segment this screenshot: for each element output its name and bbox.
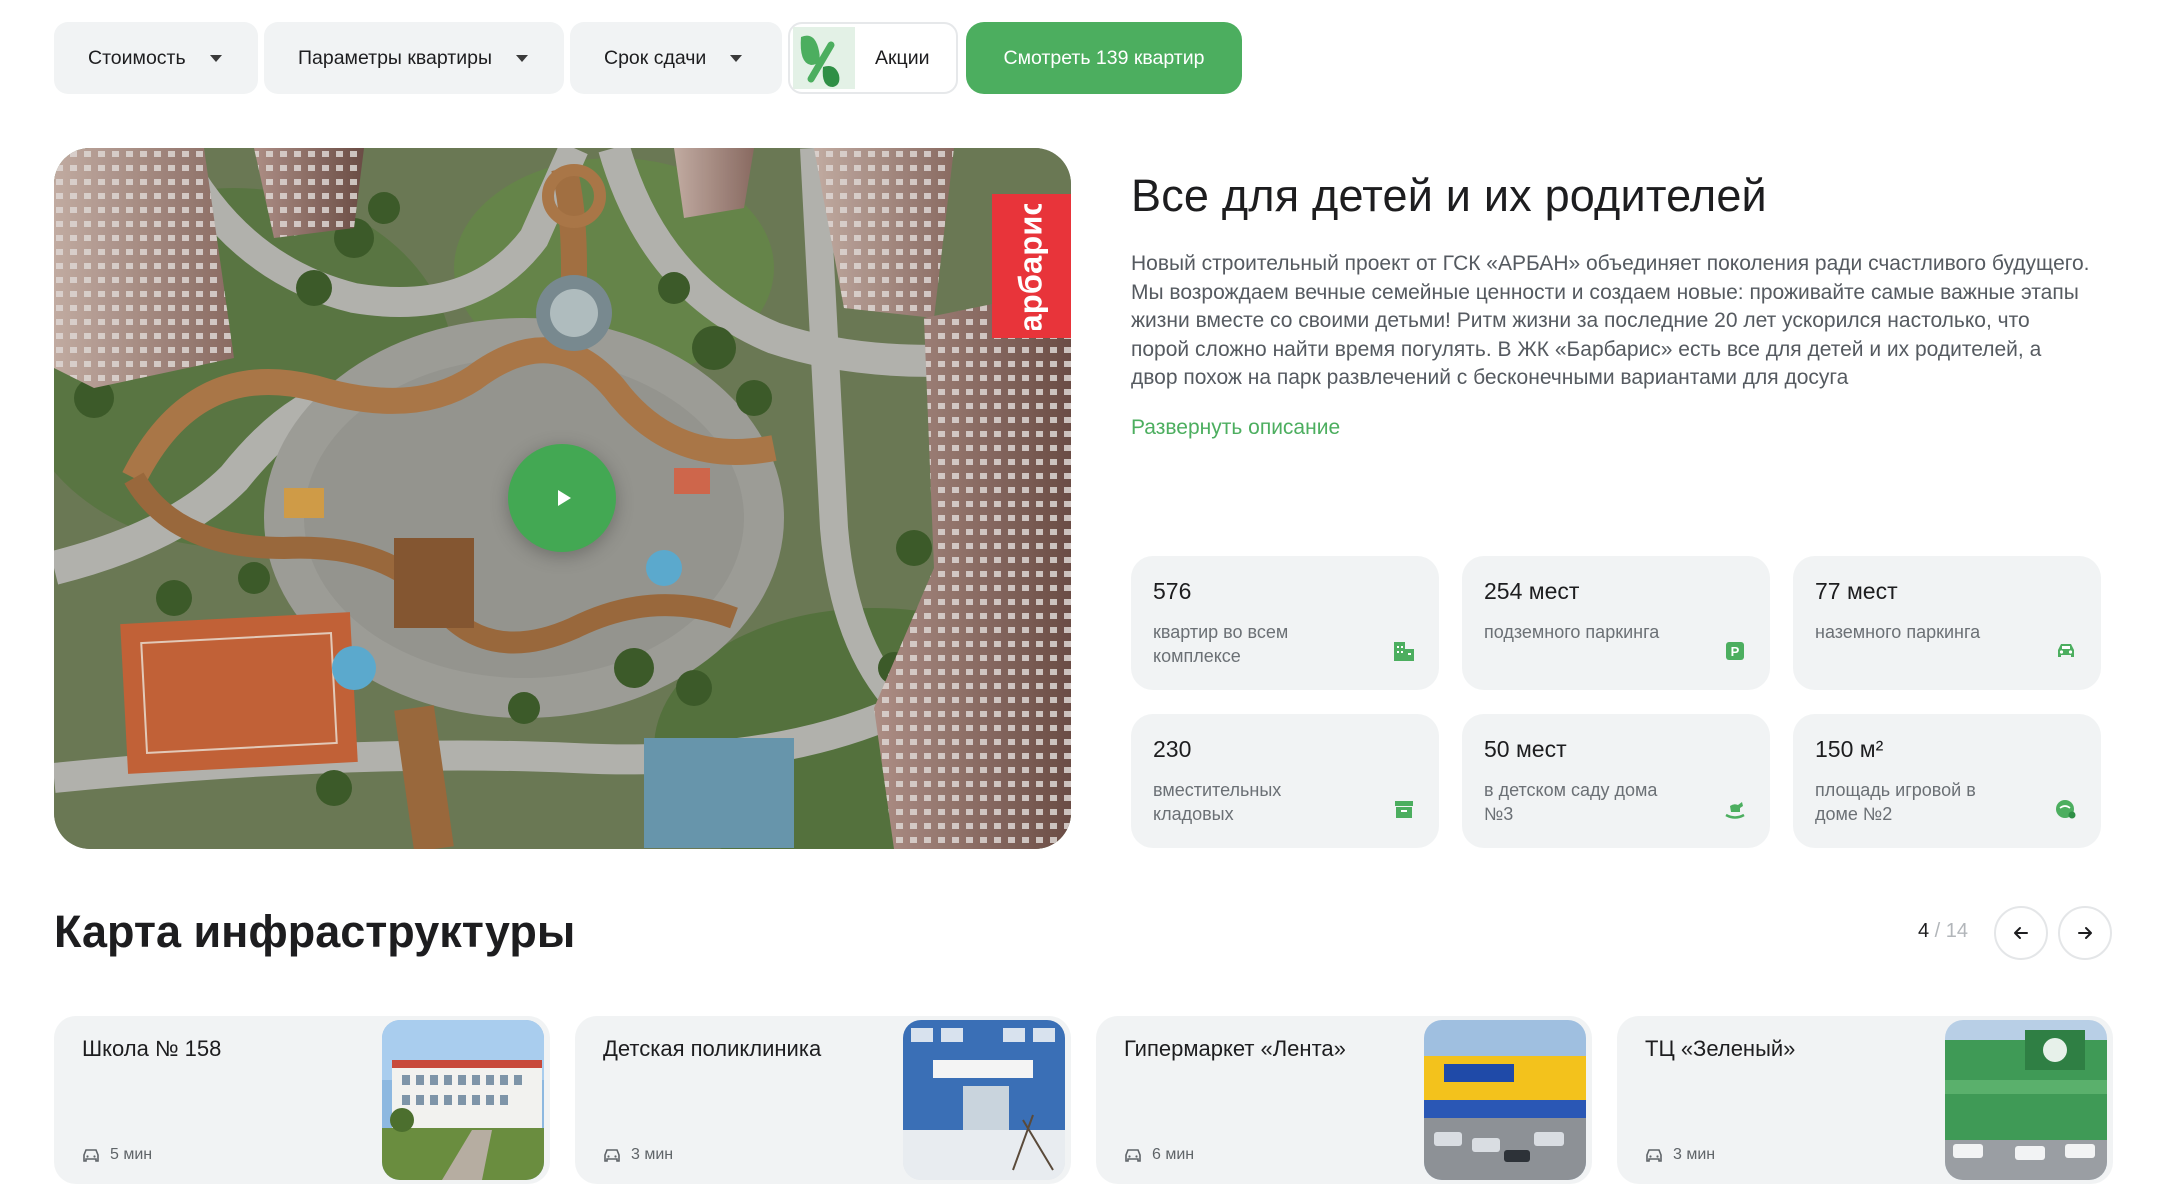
infrastructure-cards: Школа № 158 5 мин Детская поликлиника 3 … xyxy=(54,1016,2113,1184)
stat-label: наземного паркинга xyxy=(1815,622,1981,642)
car-icon xyxy=(1125,1149,1141,1162)
hypermarket-photo xyxy=(1424,1020,1586,1180)
arrow-left-icon xyxy=(2014,927,2028,939)
card-travel-time: 3 мин xyxy=(1645,1146,1715,1164)
stats-grid: 576 квартир во всем комплексе 254 мест п… xyxy=(1131,556,2101,848)
stat-label: в детском саду дома №3 xyxy=(1484,780,1658,824)
promotions-button[interactable]: Акции xyxy=(788,22,958,94)
chevron-down-icon xyxy=(515,54,528,62)
car-icon xyxy=(83,1149,99,1162)
travel-time-text: 3 мин xyxy=(631,1146,674,1163)
carousel-pager: 4 / 14 xyxy=(1918,920,1968,943)
expand-description-link[interactable]: Развернуть описание xyxy=(1131,416,1340,440)
stat-label: площадь игровой в доме №2 xyxy=(1815,780,1976,824)
filter-bar: Стоимость Параметры квартиры Срок сдачи … xyxy=(54,22,1242,94)
infrastructure-card-school[interactable]: Школа № 158 5 мин xyxy=(54,1016,550,1184)
travel-time-text: 3 мин xyxy=(1673,1146,1716,1163)
travel-time-text: 5 мин xyxy=(110,1146,153,1163)
pager-total: 14 xyxy=(1945,920,1969,942)
parking-icon: P xyxy=(1726,642,1744,660)
apartment-params-dropdown[interactable]: Параметры квартиры xyxy=(264,22,564,94)
section-title: Все для детей и их родителей xyxy=(1131,170,1767,221)
infrastructure-card-mall[interactable]: ТЦ «Зеленый» 3 мин xyxy=(1617,1016,2113,1184)
stat-storage: 230 вместительных кладовых xyxy=(1131,714,1439,848)
stat-ground-parking: 77 мест наземного паркинга xyxy=(1793,556,2101,690)
card-title: ТЦ «Зеленый» xyxy=(1645,1036,1796,1061)
infrastructure-card-hypermarket[interactable]: Гипермаркет «Лента» 6 мин xyxy=(1096,1016,1592,1184)
completion-term-label: Срок сдачи xyxy=(604,46,707,69)
stat-playroom: 150 м² площадь игровой в доме №2 xyxy=(1793,714,2101,848)
arrow-right-icon xyxy=(2078,927,2092,939)
card-title: Школа № 158 xyxy=(82,1036,222,1061)
school-photo xyxy=(382,1020,544,1180)
stat-label: подземного паркинга xyxy=(1484,622,1660,642)
chevron-down-icon xyxy=(209,54,222,62)
completion-term-dropdown[interactable]: Срок сдачи xyxy=(570,22,782,94)
svg-text:барбарис: барбарис xyxy=(1012,204,1049,330)
stat-value: 230 xyxy=(1153,736,1192,762)
stat-kindergarten: 50 мест в детском саду дома №3 xyxy=(1462,714,1770,848)
card-travel-time: 6 мин xyxy=(1124,1146,1194,1164)
pager-separator: / xyxy=(1929,920,1946,942)
barbaris-logo: барбарис xyxy=(1012,204,1049,330)
chevron-down-icon xyxy=(730,54,743,62)
car-icon xyxy=(604,1149,620,1162)
svg-text:P: P xyxy=(1731,644,1740,659)
pager-current: 4 xyxy=(1918,920,1930,942)
playground-icon xyxy=(2056,800,2076,819)
card-travel-time: 3 мин xyxy=(603,1146,673,1164)
stat-label: вместительных кладовых xyxy=(1153,780,1282,824)
infrastructure-title: Карта инфраструктуры xyxy=(54,906,576,957)
hero-aerial-image: барбарис xyxy=(54,148,1071,849)
stat-value: 576 xyxy=(1153,578,1192,604)
card-title: Детская поликлиника xyxy=(603,1036,822,1061)
building-icon xyxy=(1394,642,1414,661)
view-apartments-button[interactable]: Смотреть 139 квартир xyxy=(966,22,1242,94)
clinic-photo xyxy=(903,1020,1065,1180)
play-video-button[interactable] xyxy=(508,444,616,552)
car-icon xyxy=(1646,1149,1662,1162)
stat-underground-parking: 254 мест подземного паркинга P xyxy=(1462,556,1770,690)
percent-icon xyxy=(793,27,855,89)
car-icon xyxy=(2058,644,2074,657)
carousel-prev-button[interactable] xyxy=(1994,906,2048,960)
card-title: Гипермаркет «Лента» xyxy=(1124,1036,1346,1061)
stat-value: 254 мест xyxy=(1484,578,1580,604)
apartment-params-label: Параметры квартиры xyxy=(298,46,492,69)
storage-icon xyxy=(1395,801,1413,818)
mall-photo xyxy=(1945,1020,2107,1180)
carousel-next-button[interactable] xyxy=(2058,906,2112,960)
card-travel-time: 5 мин xyxy=(82,1146,152,1164)
cost-filter-label: Стоимость xyxy=(88,46,186,69)
cost-filter-dropdown[interactable]: Стоимость xyxy=(54,22,258,94)
stat-apartments: 576 квартир во всем комплексе xyxy=(1131,556,1439,690)
play-icon xyxy=(557,490,571,506)
infrastructure-card-clinic[interactable]: Детская поликлиника 3 мин xyxy=(575,1016,1071,1184)
stat-value: 50 мест xyxy=(1484,736,1567,762)
project-description: Новый строительный проект от ГСК «АРБАН»… xyxy=(1131,252,2090,389)
rocking-horse-icon xyxy=(1725,802,1745,819)
stat-label: квартир во всем комплексе xyxy=(1153,622,1289,666)
stat-value: 150 м² xyxy=(1815,736,1884,762)
travel-time-text: 6 мин xyxy=(1152,1146,1195,1163)
promotions-label: Акции xyxy=(875,46,930,69)
stat-value: 77 мест xyxy=(1815,578,1898,604)
